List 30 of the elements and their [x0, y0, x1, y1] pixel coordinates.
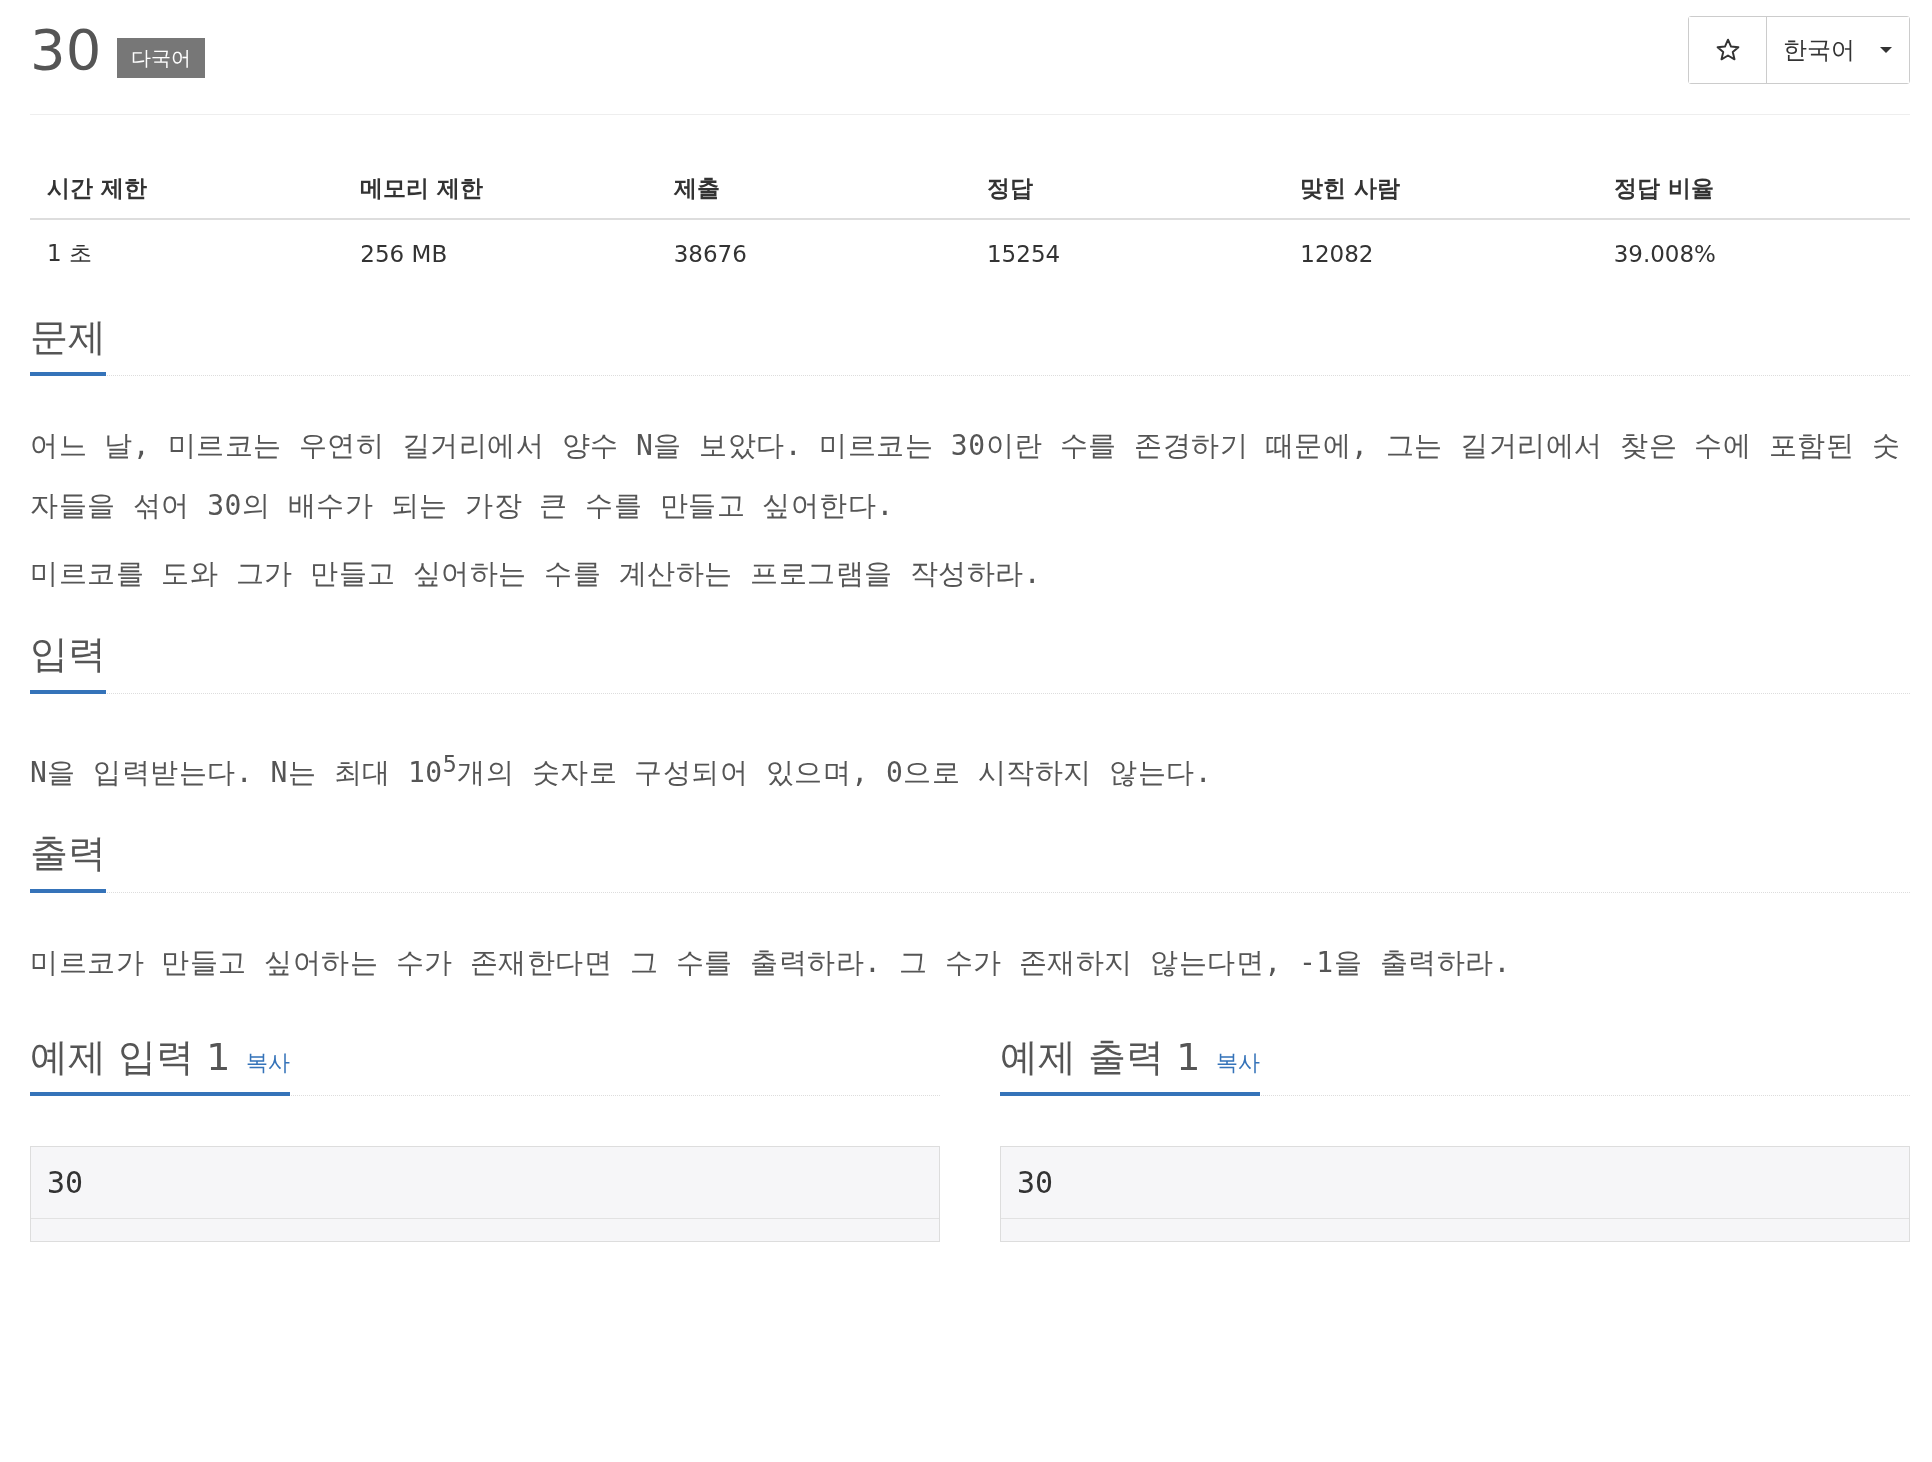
table-cell: 15254 [970, 219, 1284, 287]
section-heading: 예제 출력 1 [1000, 1033, 1201, 1081]
problem-title: 30 [30, 22, 102, 78]
table-cell: 12082 [1283, 219, 1597, 287]
column-header: 정답 비율 [1596, 159, 1910, 219]
column-header: 제출 [656, 159, 970, 219]
column-header: 정답 [970, 159, 1284, 219]
paragraph: 미르코를 도와 그가 만들고 싶어하는 수를 계산하는 프로그램을 작성하라. [30, 556, 1043, 593]
section-heading: 출력 [30, 829, 106, 893]
section-heading: 예제 입력 1 [30, 1033, 231, 1081]
copy-link[interactable]: 복사 [246, 1048, 291, 1078]
paragraph: 어느 날, 미르코는 우연히 길거리에서 양수 N을 보았다. 미르코는 30이란 수를 존경하기 때문에, 그는 길거리에서 찾은 수에 포함된 숫자들을 섞어 30의 배수가 되는 가장 큰 수를 만들고 싶어한다. [30, 428, 1902, 525]
caret-icon [1879, 46, 1893, 54]
column-header: 메모리 제한 [343, 159, 657, 219]
paragraph: N을 입력받는다. N는 최대 10$^{5}$개의 숫자로 구성되어 있으며, 0으로 시작하지 않는다. [30, 748, 1213, 792]
code-text: 30 [1001, 1146, 1909, 1219]
table-cell: 1 초 [30, 219, 344, 287]
copy-link[interactable]: 복사 [1216, 1048, 1261, 1078]
code-text: 30 [31, 1146, 939, 1219]
table-cell: 39.008% [1596, 219, 1910, 287]
paragraph: 미르코가 만들고 싶어하는 수가 존재한다면 그 수를 출력하라. 그 수가 존재하지 않는다면, -1을 출력하라. [30, 944, 1512, 981]
language-badge: 다국어 [117, 38, 206, 78]
table-cell: 256 MB [343, 219, 657, 287]
favorite-button[interactable] [1689, 17, 1767, 83]
table-cell: 38676 [656, 219, 970, 287]
section-heading: 입력 [30, 630, 106, 694]
column-header: 맞힌 사람 [1283, 159, 1597, 219]
section-heading: 문제 [30, 313, 106, 377]
column-header: 시간 제한 [30, 159, 344, 219]
star-icon [1714, 37, 1741, 63]
